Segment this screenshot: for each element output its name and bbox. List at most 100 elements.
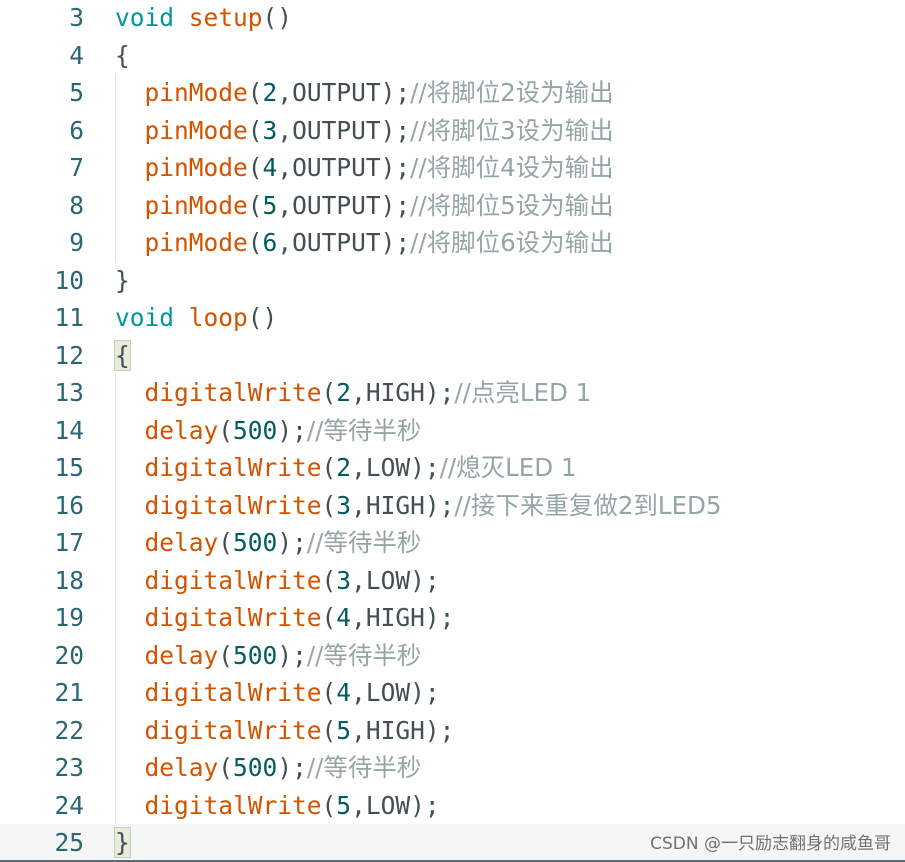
code-token: ( bbox=[218, 753, 234, 782]
code-comment: //将脚位2设为输出 bbox=[410, 78, 614, 107]
code-number: 5 bbox=[336, 790, 352, 820]
code-token: ,OUTPUT); bbox=[277, 153, 411, 182]
line-number: 5 bbox=[69, 78, 84, 107]
code-line[interactable]: 8 pinMode(5,OUTPUT);//将脚位5设为输出 bbox=[0, 186, 905, 224]
code-token: ( bbox=[321, 603, 337, 632]
code-text: digitalWrite(5,LOW); bbox=[115, 787, 440, 825]
code-token: ( bbox=[247, 153, 263, 182]
line-number: 12 bbox=[54, 340, 84, 370]
line-number: 23 bbox=[54, 753, 84, 782]
code-token: ,HIGH); bbox=[351, 490, 455, 520]
code-token: () bbox=[262, 3, 293, 32]
code-line[interactable]: 15 digitalWrite(2,LOW);//熄灭LED 1 bbox=[0, 449, 905, 487]
code-line[interactable]: 16 digitalWrite(3,HIGH);//接下来重复做2到LED5 bbox=[0, 486, 905, 524]
code-token: ,LOW); bbox=[351, 790, 440, 820]
code-text: } bbox=[115, 262, 130, 300]
code-comment: //等待半秒 bbox=[306, 528, 422, 557]
code-token: ,HIGH); bbox=[351, 378, 455, 407]
code-token: ,HIGH); bbox=[351, 603, 455, 632]
code-token: ,OUTPUT); bbox=[277, 78, 411, 107]
code-function: digitalWrite bbox=[144, 790, 322, 820]
code-token: ( bbox=[247, 190, 263, 220]
code-token: ,HIGH); bbox=[351, 715, 455, 745]
code-number: 2 bbox=[336, 453, 352, 482]
line-number: 25 bbox=[54, 828, 84, 857]
code-token: ,LOW); bbox=[351, 453, 440, 482]
code-editor[interactable]: 3 void setup() 4{5 pinMode(2,OUTPUT);//将脚位… bbox=[0, 0, 905, 862]
code-line[interactable]: 11 void loop() bbox=[0, 299, 905, 337]
code-token: ( bbox=[247, 115, 263, 145]
code-function: delay bbox=[144, 640, 219, 670]
code-line[interactable]: 5 pinMode(2,OUTPUT);//将脚位2设为输出 bbox=[0, 74, 905, 112]
code-token: ( bbox=[218, 528, 234, 557]
code-token: ( bbox=[321, 490, 337, 520]
code-text: pinMode(2,OUTPUT);//将脚位2设为输出 bbox=[115, 74, 614, 112]
code-token: ); bbox=[277, 528, 307, 557]
code-function: delay bbox=[144, 415, 219, 445]
code-token: ( bbox=[247, 78, 263, 107]
code-line[interactable]: 23 delay(500);//等待半秒 bbox=[0, 749, 905, 787]
code-token: ,OUTPUT); bbox=[277, 115, 411, 145]
line-number: 22 bbox=[54, 715, 84, 745]
code-line[interactable]: 4{ bbox=[0, 37, 905, 75]
code-line[interactable]: 21 digitalWrite(4,LOW); bbox=[0, 674, 905, 712]
code-comment: //点亮LED 1 bbox=[454, 378, 592, 407]
code-number: 5 bbox=[262, 190, 278, 220]
code-function: delay bbox=[144, 753, 219, 782]
code-line[interactable]: 3 void setup() bbox=[0, 0, 905, 37]
code-line[interactable]: 13 digitalWrite(2,HIGH);//点亮LED 1 bbox=[0, 374, 905, 412]
code-token: ,LOW); bbox=[351, 678, 440, 707]
code-text: digitalWrite(3,LOW); bbox=[115, 562, 440, 600]
code-token: ( bbox=[321, 678, 337, 707]
code-line[interactable]: 20 delay(500);//等待半秒 bbox=[0, 636, 905, 674]
code-token: ,OUTPUT); bbox=[277, 190, 411, 220]
code-number: 6 bbox=[262, 228, 278, 257]
code-line[interactable]: 10} bbox=[0, 262, 905, 300]
code-line[interactable]: 18 digitalWrite(3,LOW); bbox=[0, 561, 905, 600]
code-line[interactable]: 22 digitalWrite(5,HIGH); bbox=[0, 711, 905, 750]
line-number: 8 bbox=[69, 190, 84, 220]
code-number: 500 bbox=[233, 753, 278, 782]
code-number: 500 bbox=[233, 528, 278, 557]
line-number: 13 bbox=[54, 378, 84, 407]
code-function: digitalWrite bbox=[144, 378, 322, 407]
line-number: 4 bbox=[69, 40, 84, 70]
code-text: pinMode(3,OUTPUT);//将脚位3设为输出 bbox=[115, 112, 614, 150]
code-token: ( bbox=[321, 790, 337, 820]
code-function: loop bbox=[188, 303, 248, 332]
code-line[interactable]: 7 pinMode(4,OUTPUT);//将脚位4设为输出 bbox=[0, 149, 905, 187]
code-comment: //将脚位6设为输出 bbox=[410, 228, 614, 257]
code-line[interactable]: 19 digitalWrite(4,HIGH); bbox=[0, 599, 905, 637]
line-number: 15 bbox=[54, 453, 84, 482]
line-number: 9 bbox=[69, 228, 84, 257]
code-token: ); bbox=[277, 753, 307, 782]
code-comment: //接下来重复做2到LED5 bbox=[454, 490, 722, 520]
code-number: 4 bbox=[336, 678, 352, 707]
code-token: ( bbox=[321, 715, 337, 745]
code-text: digitalWrite(4,LOW); bbox=[115, 674, 440, 712]
code-line[interactable]: 14 delay(500);//等待半秒 bbox=[0, 411, 905, 449]
code-line[interactable]: 17 delay(500);//等待半秒 bbox=[0, 524, 905, 562]
code-comment: //熄灭LED 1 bbox=[439, 453, 577, 482]
line-number: 17 bbox=[54, 528, 84, 557]
line-number: 10 bbox=[54, 265, 84, 295]
code-line[interactable]: 6 pinMode(3,OUTPUT);//将脚位3设为输出 bbox=[0, 111, 905, 150]
code-function: digitalWrite bbox=[144, 490, 322, 520]
code-number: 4 bbox=[262, 153, 278, 182]
code-line[interactable]: 24 digitalWrite(5,LOW); bbox=[0, 786, 905, 825]
code-number: 3 bbox=[336, 490, 352, 520]
code-line[interactable]: 9 pinMode(6,OUTPUT);//将脚位6设为输出 bbox=[0, 224, 905, 262]
code-text: digitalWrite(5,HIGH); bbox=[115, 712, 455, 750]
code-line[interactable]: 12 { bbox=[0, 337, 905, 375]
line-number: 11 bbox=[54, 303, 84, 332]
code-function: pinMode bbox=[144, 78, 248, 107]
code-function: setup bbox=[188, 3, 263, 32]
code-function: pinMode bbox=[144, 190, 248, 220]
